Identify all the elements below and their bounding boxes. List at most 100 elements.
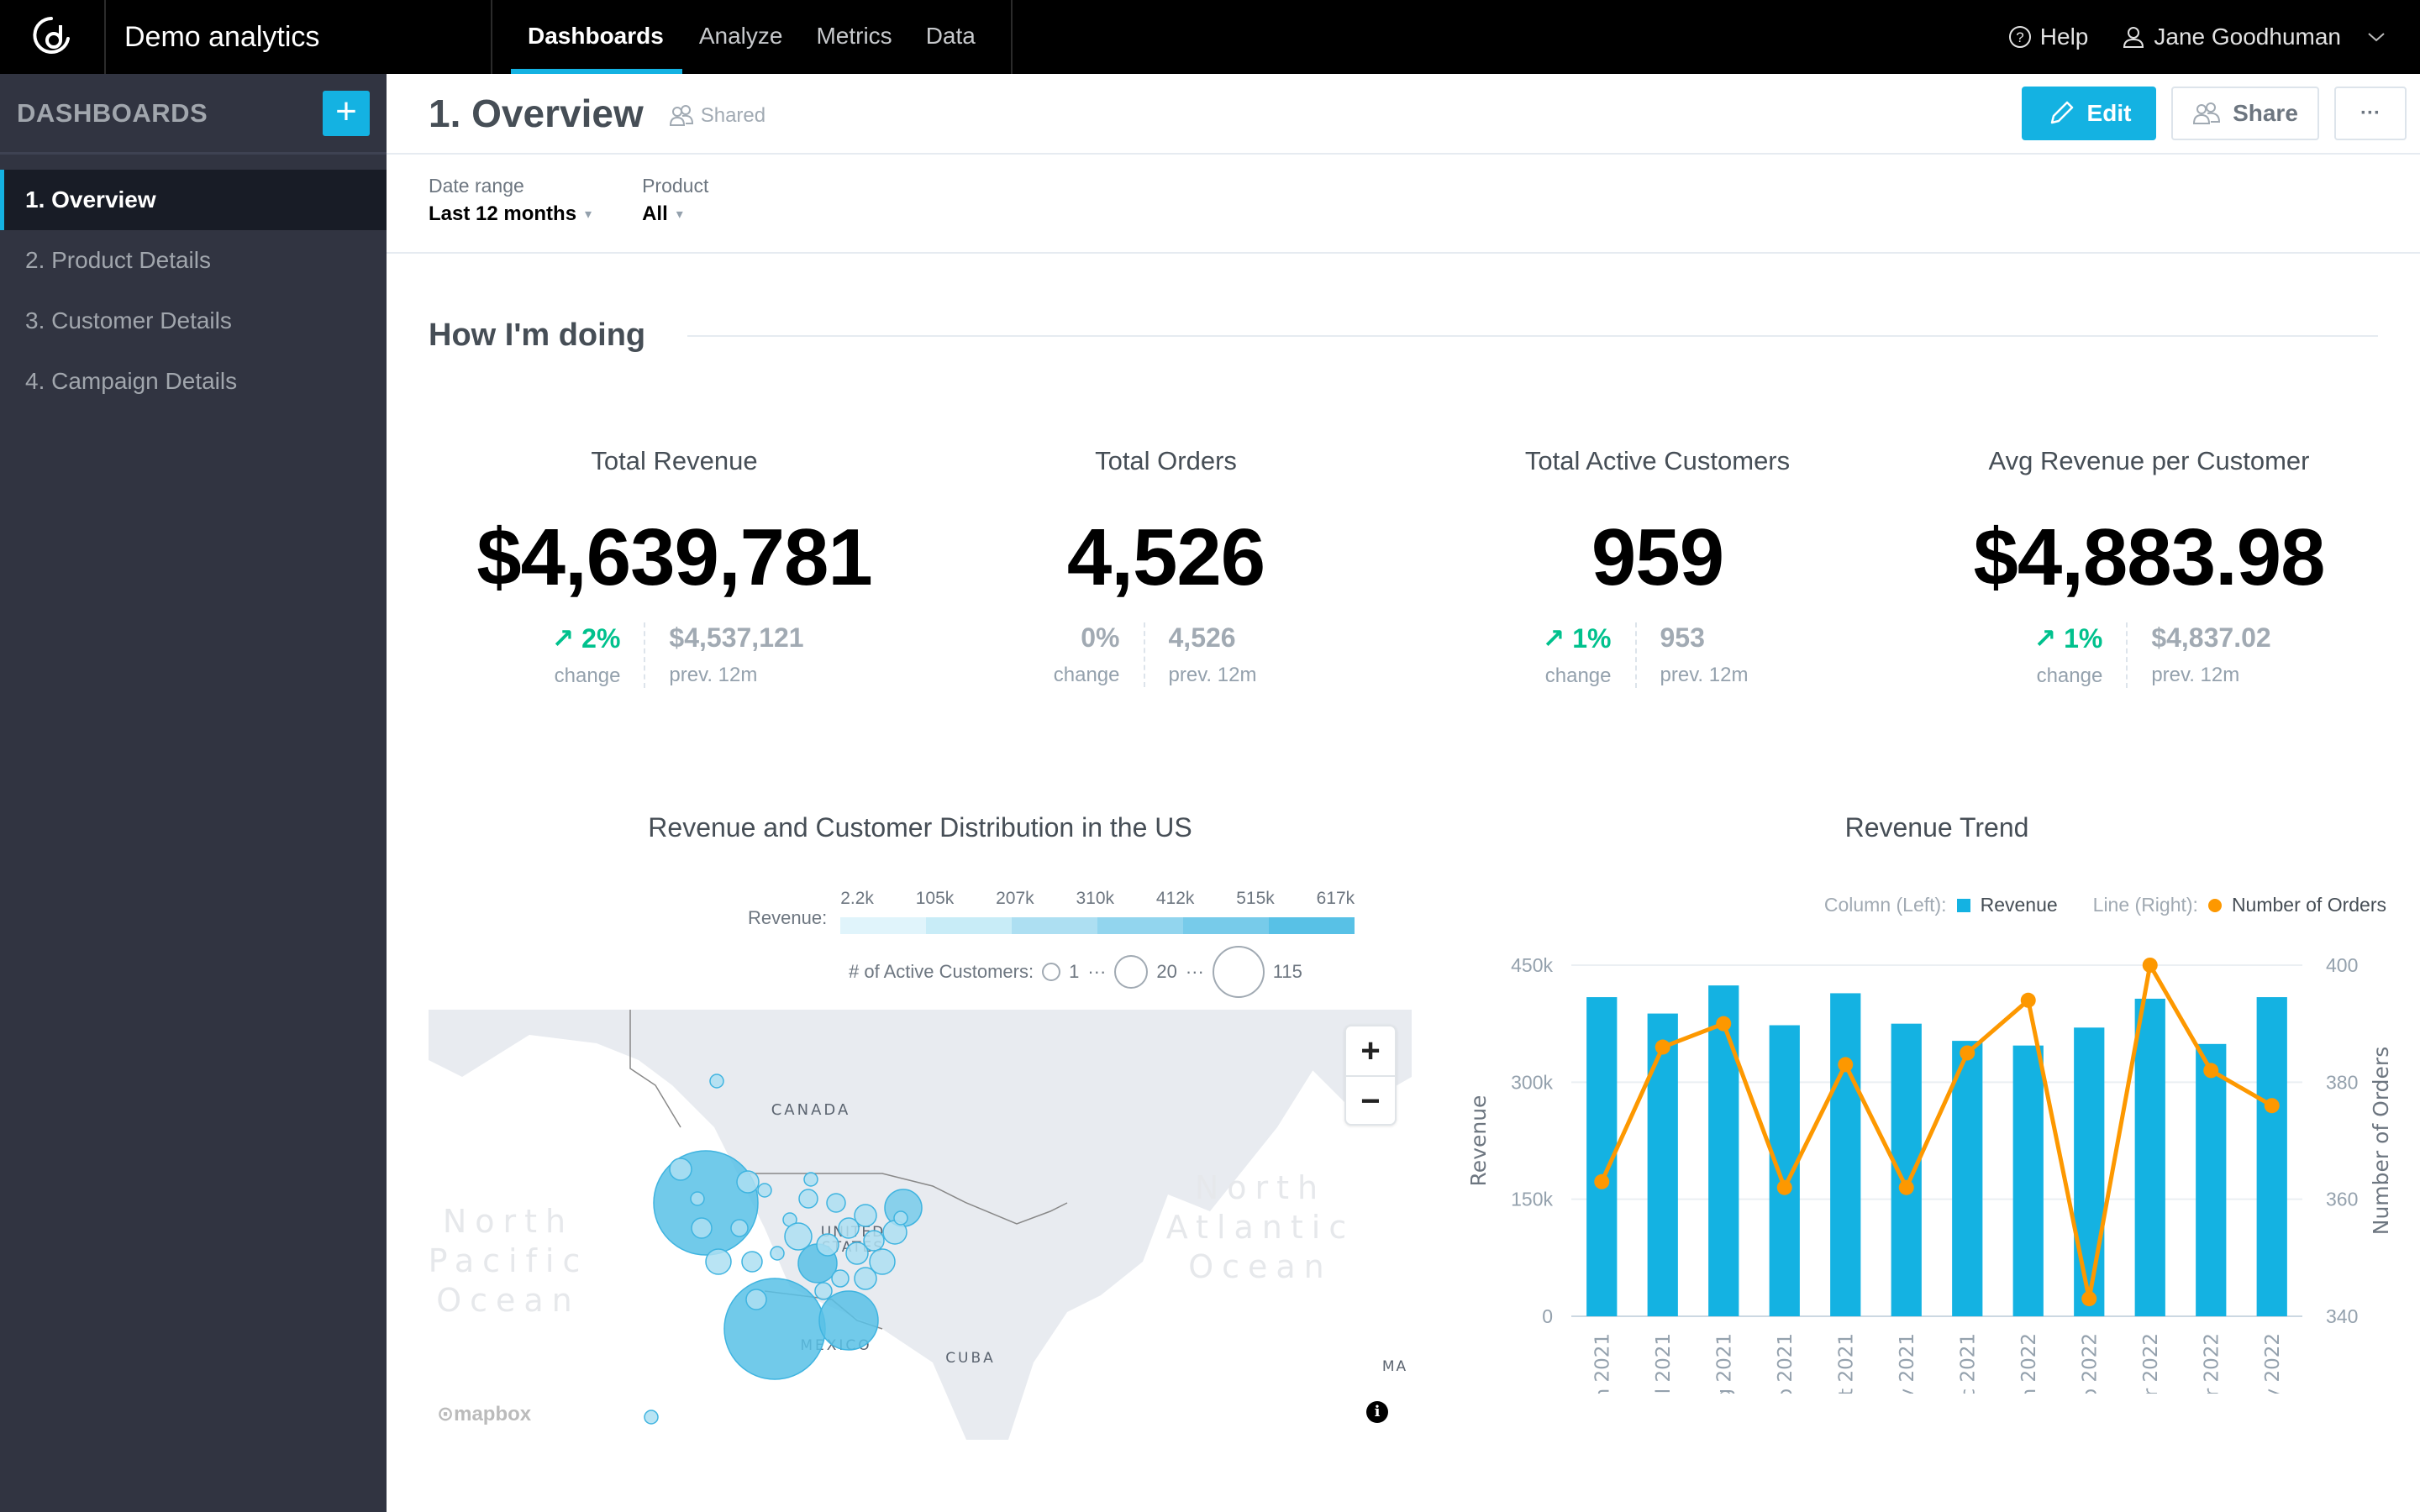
sidebar-item-overview[interactable]: 1. Overview <box>0 170 387 230</box>
map-bubble[interactable] <box>690 1191 705 1206</box>
page-title: 1. Overview <box>429 92 644 135</box>
scale-step <box>1012 917 1098 934</box>
bar-revenue[interactable] <box>2012 1045 2044 1316</box>
map-bubble[interactable] <box>803 1172 818 1187</box>
scale-step <box>840 917 927 934</box>
sidebar-title: DASHBOARDS <box>17 97 208 128</box>
point-orders[interactable] <box>2081 1291 2097 1307</box>
chevron-down-icon: ▾ <box>585 207 592 222</box>
point-orders[interactable] <box>1898 1179 1914 1195</box>
bar-revenue[interactable] <box>2196 1043 2227 1316</box>
map-zoom-control: + − <box>1344 1025 1397 1126</box>
map-bubble[interactable] <box>854 1204 877 1227</box>
map-bubble[interactable] <box>757 1183 772 1198</box>
revenue-trend-chart: 0 150k 300k 450k 340 360 380 400 Revenue Number o… <box>1466 954 2393 1428</box>
map-bubble[interactable] <box>691 1217 713 1239</box>
map-bubble[interactable] <box>831 1269 850 1288</box>
nav-dashboards[interactable]: Dashboards <box>492 0 682 74</box>
point-orders[interactable] <box>2142 958 2158 973</box>
sidebar-item-campaign-details[interactable]: 4. Campaign Details <box>0 351 387 412</box>
bar-revenue[interactable] <box>1769 1025 1800 1316</box>
info-icon[interactable]: i <box>1366 1401 1388 1423</box>
map-bubble[interactable] <box>893 1210 908 1226</box>
map-canvas[interactable]: CANADAUNITEDSTATESMEXICOCUBAMANorthPacif… <box>429 1010 1412 1440</box>
size-label: 20 <box>1156 961 1177 982</box>
more-options-button[interactable]: ··· <box>2334 87 2407 140</box>
chevron-down-icon: ▾ <box>676 207 683 222</box>
point-orders[interactable] <box>1655 1039 1670 1055</box>
map-bubble[interactable] <box>705 1248 732 1275</box>
y-tick-label: 0 <box>1542 1305 1553 1327</box>
map-bubble[interactable] <box>818 1290 879 1351</box>
zoom-out-button[interactable]: − <box>1346 1075 1395 1124</box>
map-bubble[interactable] <box>816 1233 839 1257</box>
map-bubble[interactable] <box>644 1410 659 1425</box>
point-orders[interactable] <box>2203 1063 2219 1079</box>
bar-revenue[interactable] <box>1708 985 1739 1316</box>
map-bubble[interactable] <box>770 1246 785 1261</box>
point-orders[interactable] <box>1716 1016 1732 1032</box>
legend-item-revenue[interactable]: Revenue <box>1981 894 2058 916</box>
kpi-total-active-customers[interactable]: Total Active Customers 959 ↗ 1% change 95… <box>1412 446 1903 688</box>
gooddata-logo-icon[interactable] <box>0 0 106 74</box>
sidebar-item-customer-details[interactable]: 3. Customer Details <box>0 291 387 351</box>
map-bubble[interactable] <box>863 1230 885 1252</box>
bar-revenue[interactable] <box>2256 997 2287 1316</box>
nav-analyze[interactable]: Analyze <box>682 0 800 74</box>
bar-revenue[interactable] <box>2134 998 2165 1316</box>
filter-date-range[interactable]: Date range Last 12 months ▾ <box>429 175 592 252</box>
legend-item-orders[interactable]: Number of Orders <box>2232 894 2386 916</box>
map-bubble[interactable] <box>854 1267 877 1290</box>
size-circle-medium <box>1114 955 1149 989</box>
map-bubble[interactable] <box>826 1193 846 1213</box>
user-menu[interactable]: Jane Goodhuman <box>2122 24 2386 50</box>
legend-line-prefix: Line (Right): <box>2092 894 2198 916</box>
sidebar-item-product-details[interactable]: 2. Product Details <box>0 230 387 291</box>
map-bubble[interactable] <box>730 1219 749 1237</box>
kpi-title: Total Active Customers <box>1524 446 1791 475</box>
point-orders[interactable] <box>1776 1179 1792 1195</box>
bar-revenue[interactable] <box>1647 1013 1678 1316</box>
point-orders[interactable] <box>1594 1173 1610 1189</box>
kpi-avg-revenue-per-customer[interactable]: Avg Revenue per Customer $4,883.98 ↗ 1% c… <box>1903 446 2395 688</box>
edit-button[interactable]: Edit <box>2022 87 2156 140</box>
map-bubble[interactable] <box>741 1251 763 1273</box>
add-dashboard-button[interactable]: + <box>323 90 370 136</box>
point-orders[interactable] <box>1838 1057 1854 1073</box>
scale-tick-label: 412k <box>1155 889 1195 908</box>
help-button[interactable]: ? Help <box>2008 24 2088 50</box>
map-bubble[interactable] <box>798 1189 818 1209</box>
kpi-total-orders[interactable]: Total Orders 4,526 0% change 4,526 prev. 1… <box>920 446 1412 688</box>
nav-metrics[interactable]: Metrics <box>799 0 908 74</box>
map-bubble[interactable] <box>784 1222 813 1251</box>
bar-revenue[interactable] <box>1952 1041 1983 1316</box>
bar-revenue[interactable] <box>1830 993 1861 1316</box>
share-button[interactable]: Share <box>2171 87 2319 140</box>
map-legend: Revenue: 2.2k 105k 207k 310k 412k 515k 617k # … <box>429 889 1412 998</box>
scale-tick-label: 207k <box>996 889 1034 908</box>
point-orders[interactable] <box>1960 1045 1975 1061</box>
kpi-total-revenue[interactable]: Total Revenue $4,639,781 ↗ 2% change $4,5… <box>429 446 920 688</box>
size-label: 1 <box>1069 961 1080 982</box>
point-orders[interactable] <box>2264 1098 2280 1114</box>
mapbox-logo[interactable]: ⊙mapbox <box>437 1402 531 1426</box>
zoom-in-button[interactable]: + <box>1346 1026 1395 1075</box>
map-bubble[interactable] <box>736 1170 760 1194</box>
app-title[interactable]: Demo analytics <box>106 0 492 74</box>
map-bubble[interactable] <box>745 1289 767 1310</box>
x-tick-label: Apr 2022 <box>2201 1333 2223 1394</box>
map-bubble[interactable] <box>653 1150 759 1256</box>
map-label: North <box>1195 1169 1326 1206</box>
sidebar: DASHBOARDS + 1. Overview 2. Product Deta… <box>0 74 387 1512</box>
nav-data[interactable]: Data <box>909 0 992 74</box>
customers-legend-label: # of Active Customers: <box>849 961 1034 982</box>
bar-revenue[interactable] <box>2074 1027 2105 1316</box>
attribution-text: mapbox <box>454 1403 532 1425</box>
point-orders[interactable] <box>2020 992 2036 1008</box>
map-bubble[interactable] <box>709 1074 724 1089</box>
map-bubble[interactable] <box>814 1282 833 1300</box>
map-bubble[interactable] <box>669 1158 692 1181</box>
filter-product[interactable]: Product All ▾ <box>642 175 708 252</box>
kpi-row: Total Revenue $4,639,781 ↗ 2% change $4,5… <box>387 354 2420 688</box>
map-bubble[interactable] <box>723 1278 826 1380</box>
